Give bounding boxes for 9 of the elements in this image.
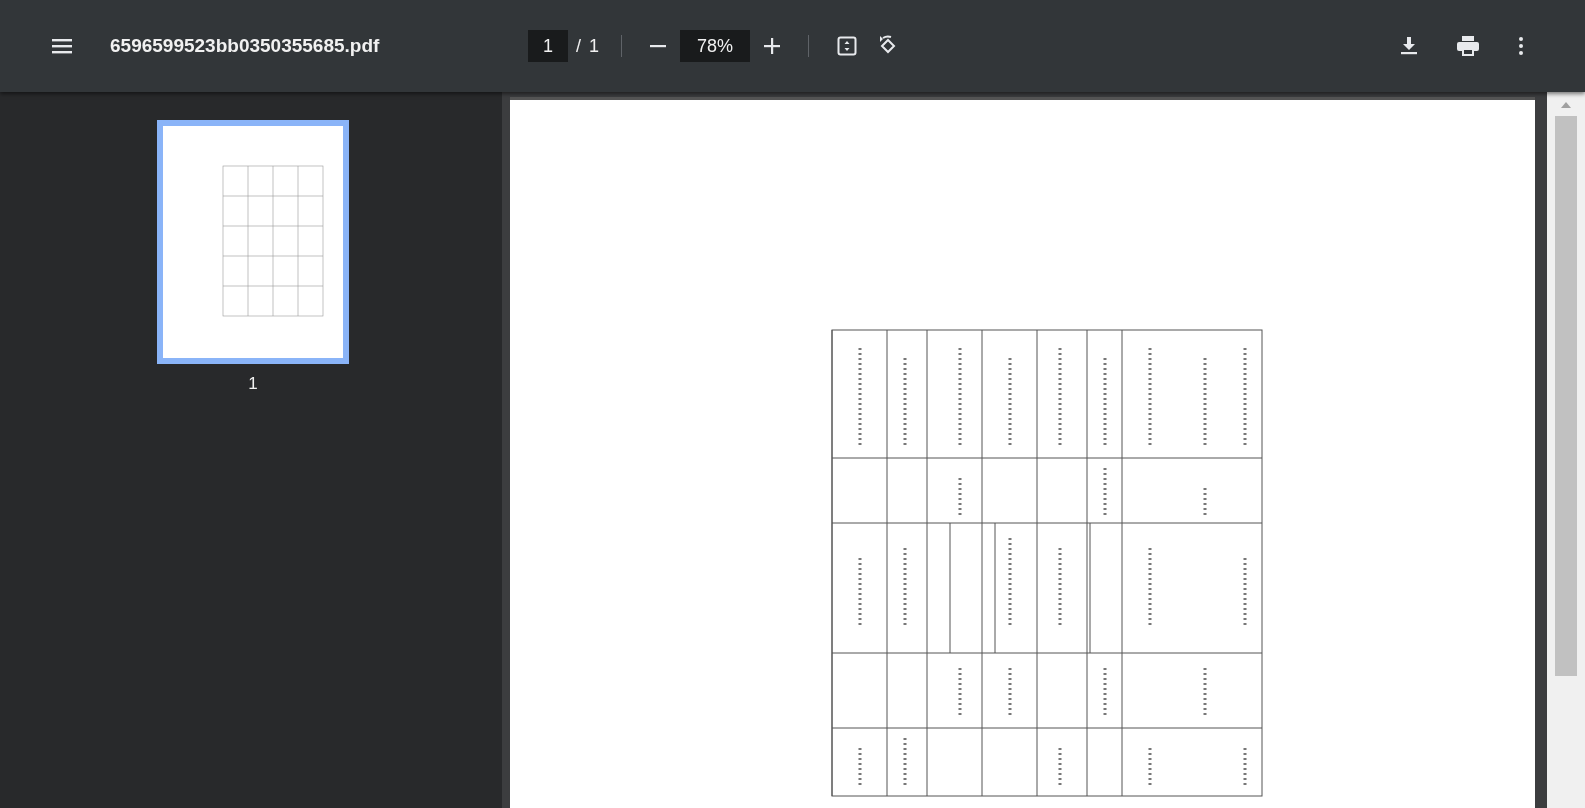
zoom-field[interactable]: 78% xyxy=(680,30,751,62)
thumbnail-page-number: 1 xyxy=(248,374,258,394)
page-number-field[interactable]: 1 xyxy=(528,30,568,62)
scrollbar[interactable] xyxy=(1547,92,1585,808)
file-title: 6596599523bb0350355685.pdf xyxy=(110,35,381,57)
page-total: 1 xyxy=(589,35,600,57)
scrollbar-thumb[interactable] xyxy=(1555,116,1577,676)
page-thumbnail[interactable] xyxy=(157,120,349,364)
page-separator: / xyxy=(576,35,581,57)
